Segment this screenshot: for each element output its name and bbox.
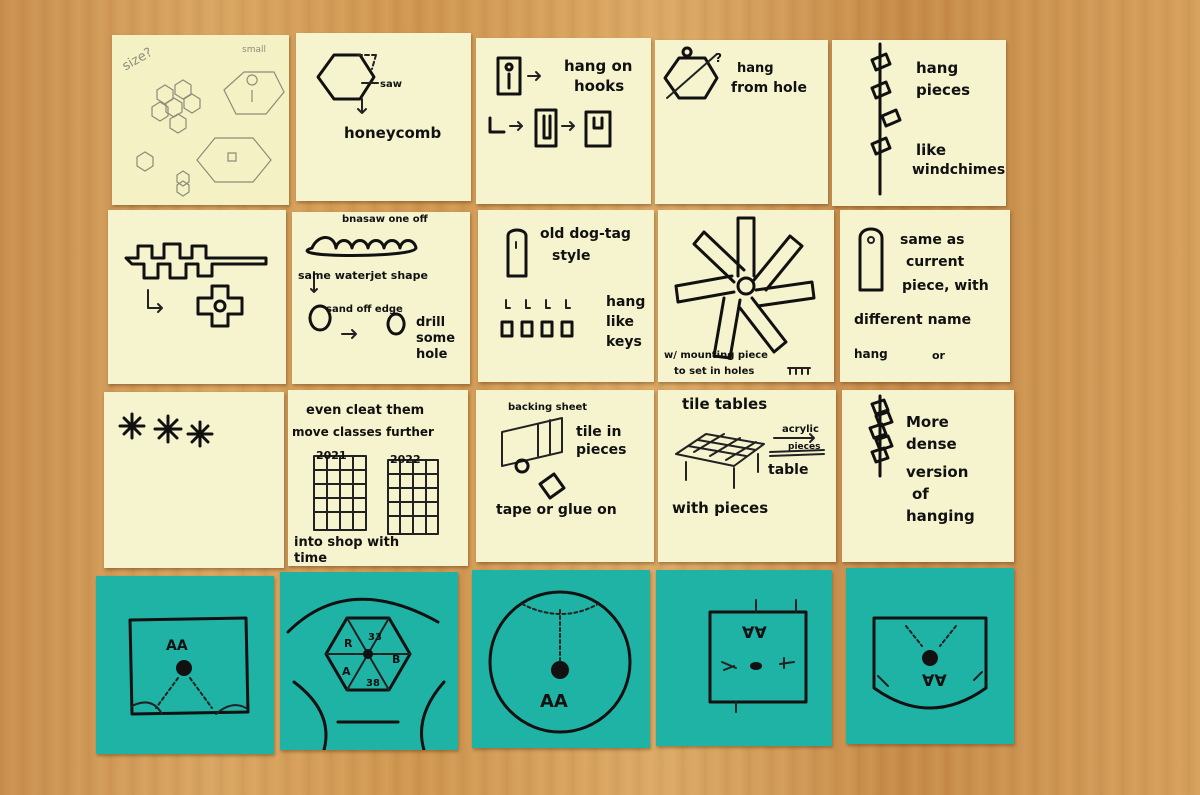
sticky-note-teal-frame: AA bbox=[96, 576, 274, 754]
segment-38-label: 38 bbox=[366, 678, 380, 689]
same-as-label: same as bbox=[900, 232, 965, 248]
aa-label: AA bbox=[540, 691, 568, 712]
bnasaw-label: bnasaw one off bbox=[342, 214, 428, 225]
or-label: or bbox=[932, 349, 945, 362]
hexagon-saw-sketch bbox=[316, 53, 379, 114]
hang-label: hang bbox=[606, 294, 646, 310]
current-label: current bbox=[906, 254, 965, 270]
keys-label: keys bbox=[606, 334, 642, 350]
tile-tables-label: tile tables bbox=[682, 395, 768, 413]
hang-label: hang bbox=[916, 59, 959, 77]
tile-table-sketch bbox=[675, 433, 825, 489]
hexagon-segments-sketch bbox=[286, 597, 446, 750]
hole-label: hole bbox=[416, 347, 448, 362]
version-label: version bbox=[906, 463, 969, 481]
sticky-note-teal-circle: AA bbox=[472, 570, 650, 748]
mounting-piece-label: w/ mounting piece bbox=[664, 350, 768, 361]
with-pieces-label: with pieces bbox=[672, 499, 769, 517]
sticky-note-tile-tables: tile tables acrylic pieces table with pi… bbox=[658, 390, 836, 562]
backing-sheet-label: backing sheet bbox=[508, 402, 588, 413]
puzzle-shape-sketch bbox=[124, 242, 268, 328]
sticky-note-mounting-piece: w/ mounting piece to set in holes bbox=[658, 210, 834, 382]
segment-r-label: R bbox=[344, 637, 353, 650]
some-label: some bbox=[416, 331, 456, 346]
sticky-note-dog-tag: old dog-tag style hang like keys bbox=[478, 210, 654, 382]
sticky-note-same-as-current: same as current piece, with different na… bbox=[840, 210, 1010, 382]
style-label: style bbox=[552, 248, 591, 264]
pieces-label: pieces bbox=[916, 81, 971, 99]
shop-label: into shop with bbox=[294, 535, 400, 550]
segment-a-label: A bbox=[342, 665, 351, 678]
waterjet-label: same waterjet shape bbox=[298, 269, 428, 282]
sticky-note-waterjet: bnasaw one off same waterjet shape sand … bbox=[292, 212, 470, 384]
drill-label: drill bbox=[416, 315, 446, 330]
hang-label: hang bbox=[737, 61, 774, 76]
sticky-note-windchimes: hang pieces like windchimes bbox=[832, 40, 1006, 206]
pieces-label: pieces bbox=[576, 442, 627, 458]
frame-sketch bbox=[128, 616, 250, 716]
sticky-note-teal-bowl: AA bbox=[846, 568, 1014, 744]
hang-label: hang bbox=[854, 347, 888, 361]
year-2021-label: 2021 bbox=[316, 449, 347, 462]
pieces-small-label: pieces bbox=[788, 442, 821, 452]
aa-label: AA bbox=[922, 670, 947, 690]
sticky-note-honeycomb: saw honeycomb bbox=[296, 33, 471, 201]
small-label: small bbox=[242, 45, 266, 55]
aa-label: AA bbox=[742, 622, 767, 642]
hooks-label: hooks bbox=[574, 77, 625, 95]
set-in-holes-label: to set in holes bbox=[674, 366, 755, 377]
like-label: like bbox=[606, 314, 635, 330]
year-2022-label: 2022 bbox=[390, 453, 421, 466]
table-label: table bbox=[768, 462, 809, 478]
segment-33-label: 33 bbox=[368, 632, 382, 643]
square-frame-sketch bbox=[708, 599, 808, 713]
tile-in-label: tile in bbox=[576, 424, 622, 440]
backing-sheet-sketch bbox=[501, 417, 566, 500]
sticky-note-hang-on-hooks: hang on hooks bbox=[476, 38, 651, 204]
sticky-note-teal-square: AA bbox=[656, 570, 832, 746]
aa-label: AA bbox=[166, 638, 188, 654]
cleat-label: even cleat them bbox=[306, 403, 425, 418]
move-classes-label: move classes further bbox=[292, 425, 434, 439]
more-label: More bbox=[906, 413, 949, 431]
segment-b-label: B bbox=[392, 653, 401, 666]
sticky-note-teal-hexagon: 33 R B A 38 bbox=[280, 572, 458, 750]
piece-with-label: piece, with bbox=[902, 278, 989, 294]
sticky-note-backing-sheet: backing sheet tile in pieces tape or glu… bbox=[476, 390, 654, 562]
acrylic-label: acrylic bbox=[782, 424, 819, 435]
sticky-note-puzzle-shapes bbox=[108, 210, 286, 384]
windchimes-label: windchimes bbox=[912, 162, 1006, 178]
tape-glue-label: tape or glue on bbox=[496, 502, 617, 518]
dog-tag-label: old dog-tag bbox=[540, 226, 631, 242]
hang-on-label: hang on bbox=[564, 57, 633, 75]
honeycomb-label: honeycomb bbox=[344, 124, 442, 142]
different-name-label: different name bbox=[854, 312, 972, 328]
saw-label: saw bbox=[380, 79, 402, 90]
from-hole-label: from hole bbox=[731, 80, 807, 96]
sticky-note-cleat-years: even cleat them move classes further 202… bbox=[288, 390, 468, 566]
like-label: like bbox=[916, 141, 947, 159]
time-label: time bbox=[294, 551, 328, 566]
asterisk-sketch bbox=[118, 412, 214, 448]
of-label: of bbox=[912, 485, 929, 503]
sticky-note-asterisks bbox=[104, 392, 284, 568]
circle-frame-sketch bbox=[488, 590, 632, 734]
sticky-note-dense-hanging: More dense version of hanging bbox=[842, 390, 1014, 562]
dense-label: dense bbox=[906, 435, 957, 453]
question-mark: ? bbox=[715, 51, 722, 65]
bowl-frame-sketch bbox=[872, 616, 988, 710]
sticky-note-hang-from-hole: ? hang from hole bbox=[655, 40, 828, 204]
sticky-note-hexagon-sizes: size? small bbox=[112, 35, 289, 205]
sand-label: sand off edge bbox=[326, 304, 403, 315]
hanging-label: hanging bbox=[906, 507, 975, 525]
